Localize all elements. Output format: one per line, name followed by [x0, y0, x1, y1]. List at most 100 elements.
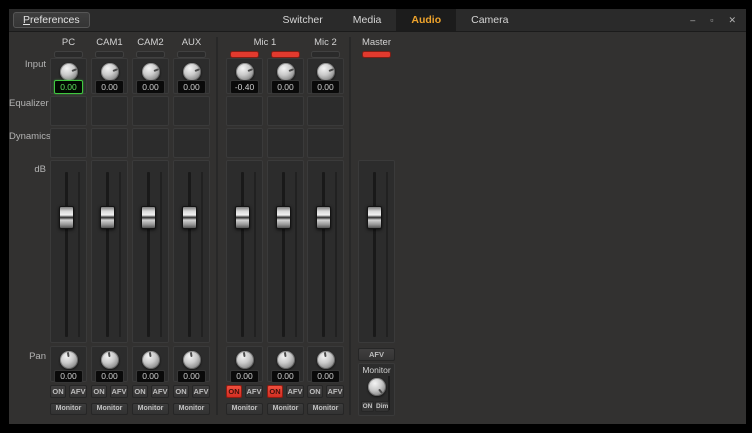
tab-media[interactable]: Media	[338, 9, 397, 31]
afv-button[interactable]: AFV	[110, 385, 128, 398]
pan-knob[interactable]	[236, 351, 254, 369]
on-button[interactable]: ON	[173, 385, 189, 398]
monitor-button[interactable]: Monitor	[307, 403, 344, 415]
channel-strip-pc: 0.00 0.00 ONAFV Monitor	[50, 32, 87, 416]
maximize-icon[interactable]: ▫	[706, 9, 717, 31]
monitor-button[interactable]: Monitor	[91, 403, 128, 415]
input-gain-knob[interactable]	[317, 63, 335, 81]
monitor-button[interactable]: Monitor	[50, 403, 87, 415]
pan-value[interactable]: 0.00	[136, 370, 165, 383]
monitor-button[interactable]: Monitor	[226, 403, 263, 415]
fader-track[interactable]	[241, 172, 244, 337]
equalizer-cell[interactable]	[91, 96, 128, 126]
dynamics-cell[interactable]	[173, 128, 210, 158]
equalizer-cell[interactable]	[267, 96, 304, 126]
fader-cell	[307, 160, 344, 343]
fader-handle[interactable]	[59, 206, 74, 229]
input-gain-value[interactable]: 0.00	[177, 80, 206, 94]
on-button[interactable]: ON	[267, 385, 283, 398]
pan-knob[interactable]	[60, 351, 78, 369]
fader-track[interactable]	[373, 172, 376, 337]
fader-track[interactable]	[322, 172, 325, 337]
dynamics-cell[interactable]	[226, 128, 263, 158]
on-button[interactable]: ON	[50, 385, 66, 398]
input-gain-knob[interactable]	[277, 63, 295, 81]
pan-value[interactable]: 0.00	[271, 370, 300, 383]
equalizer-cell[interactable]	[173, 96, 210, 126]
input-gain-knob[interactable]	[101, 63, 119, 81]
monitor-on-button[interactable]: ON	[361, 401, 374, 412]
afv-button[interactable]: AFV	[69, 385, 87, 398]
input-gain-value[interactable]: -0.40	[230, 80, 259, 94]
input-gain-value[interactable]: 0.00	[271, 80, 300, 94]
afv-button[interactable]: AFV	[286, 385, 304, 398]
fader-track[interactable]	[147, 172, 150, 337]
channel-strip-cam1: 0.00 0.00 ONAFV Monitor	[91, 32, 128, 416]
channel-strip-cam2: 0.00 0.00 ONAFV Monitor	[132, 32, 169, 416]
input-gain-knob[interactable]	[236, 63, 254, 81]
channel-buttons: ONAFV	[226, 385, 263, 398]
input-gain-knob[interactable]	[142, 63, 160, 81]
input-gain-value[interactable]: 0.00	[311, 80, 340, 94]
pan-cell: 0.00	[267, 346, 304, 382]
fader-handle[interactable]	[316, 206, 331, 229]
on-button[interactable]: ON	[226, 385, 242, 398]
tab-audio[interactable]: Audio	[396, 9, 456, 31]
fader-handle[interactable]	[141, 206, 156, 229]
tab-camera[interactable]: Camera	[456, 9, 523, 31]
pan-value[interactable]: 0.00	[230, 370, 259, 383]
master-afv-button[interactable]: AFV	[358, 348, 395, 361]
equalizer-cell[interactable]	[226, 96, 263, 126]
pan-value[interactable]: 0.00	[177, 370, 206, 383]
pan-value[interactable]: 0.00	[95, 370, 124, 383]
fader-handle[interactable]	[367, 206, 382, 229]
input-gain-knob[interactable]	[60, 63, 78, 81]
equalizer-cell[interactable]	[132, 96, 169, 126]
tab-switcher[interactable]: Switcher	[268, 9, 338, 31]
on-button[interactable]: ON	[307, 385, 323, 398]
fader-track[interactable]	[188, 172, 191, 337]
monitor-button[interactable]: Monitor	[267, 403, 304, 415]
input-gain-knob[interactable]	[183, 63, 201, 81]
fader-cell	[91, 160, 128, 343]
fader-handle[interactable]	[276, 206, 291, 229]
pan-knob[interactable]	[142, 351, 160, 369]
channel-meter	[95, 51, 124, 58]
pan-knob[interactable]	[317, 351, 335, 369]
group-divider	[349, 37, 351, 415]
dynamics-cell[interactable]	[91, 128, 128, 158]
afv-button[interactable]: AFV	[326, 385, 344, 398]
close-icon[interactable]: ✕	[724, 9, 740, 31]
fader-handle[interactable]	[100, 206, 115, 229]
fader-track[interactable]	[65, 172, 68, 337]
pan-knob[interactable]	[277, 351, 295, 369]
input-gain-value[interactable]: 0.00	[95, 80, 124, 94]
input-gain-value[interactable]: 0.00	[136, 80, 165, 94]
afv-button[interactable]: AFV	[245, 385, 263, 398]
monitor-button[interactable]: Monitor	[173, 403, 210, 415]
afv-button[interactable]: AFV	[192, 385, 210, 398]
minimize-icon[interactable]: –	[686, 9, 699, 31]
pan-cell: 0.00	[226, 346, 263, 382]
pan-knob[interactable]	[101, 351, 119, 369]
pan-knob[interactable]	[183, 351, 201, 369]
fader-track[interactable]	[282, 172, 285, 337]
dynamics-cell[interactable]	[307, 128, 344, 158]
on-button[interactable]: ON	[132, 385, 148, 398]
fader-handle[interactable]	[182, 206, 197, 229]
afv-button[interactable]: AFV	[151, 385, 169, 398]
equalizer-cell[interactable]	[307, 96, 344, 126]
pan-value[interactable]: 0.00	[311, 370, 340, 383]
input-gain-value[interactable]: 0.00	[54, 80, 83, 94]
equalizer-cell[interactable]	[50, 96, 87, 126]
dynamics-cell[interactable]	[50, 128, 87, 158]
monitor-button[interactable]: Monitor	[132, 403, 169, 415]
fader-track[interactable]	[106, 172, 109, 337]
monitor-volume-knob[interactable]	[368, 378, 386, 396]
dynamics-cell[interactable]	[267, 128, 304, 158]
dynamics-cell[interactable]	[132, 128, 169, 158]
on-button[interactable]: ON	[91, 385, 107, 398]
pan-value[interactable]: 0.00	[54, 370, 83, 383]
monitor-dim-button[interactable]: Dim	[375, 401, 389, 412]
fader-handle[interactable]	[235, 206, 250, 229]
